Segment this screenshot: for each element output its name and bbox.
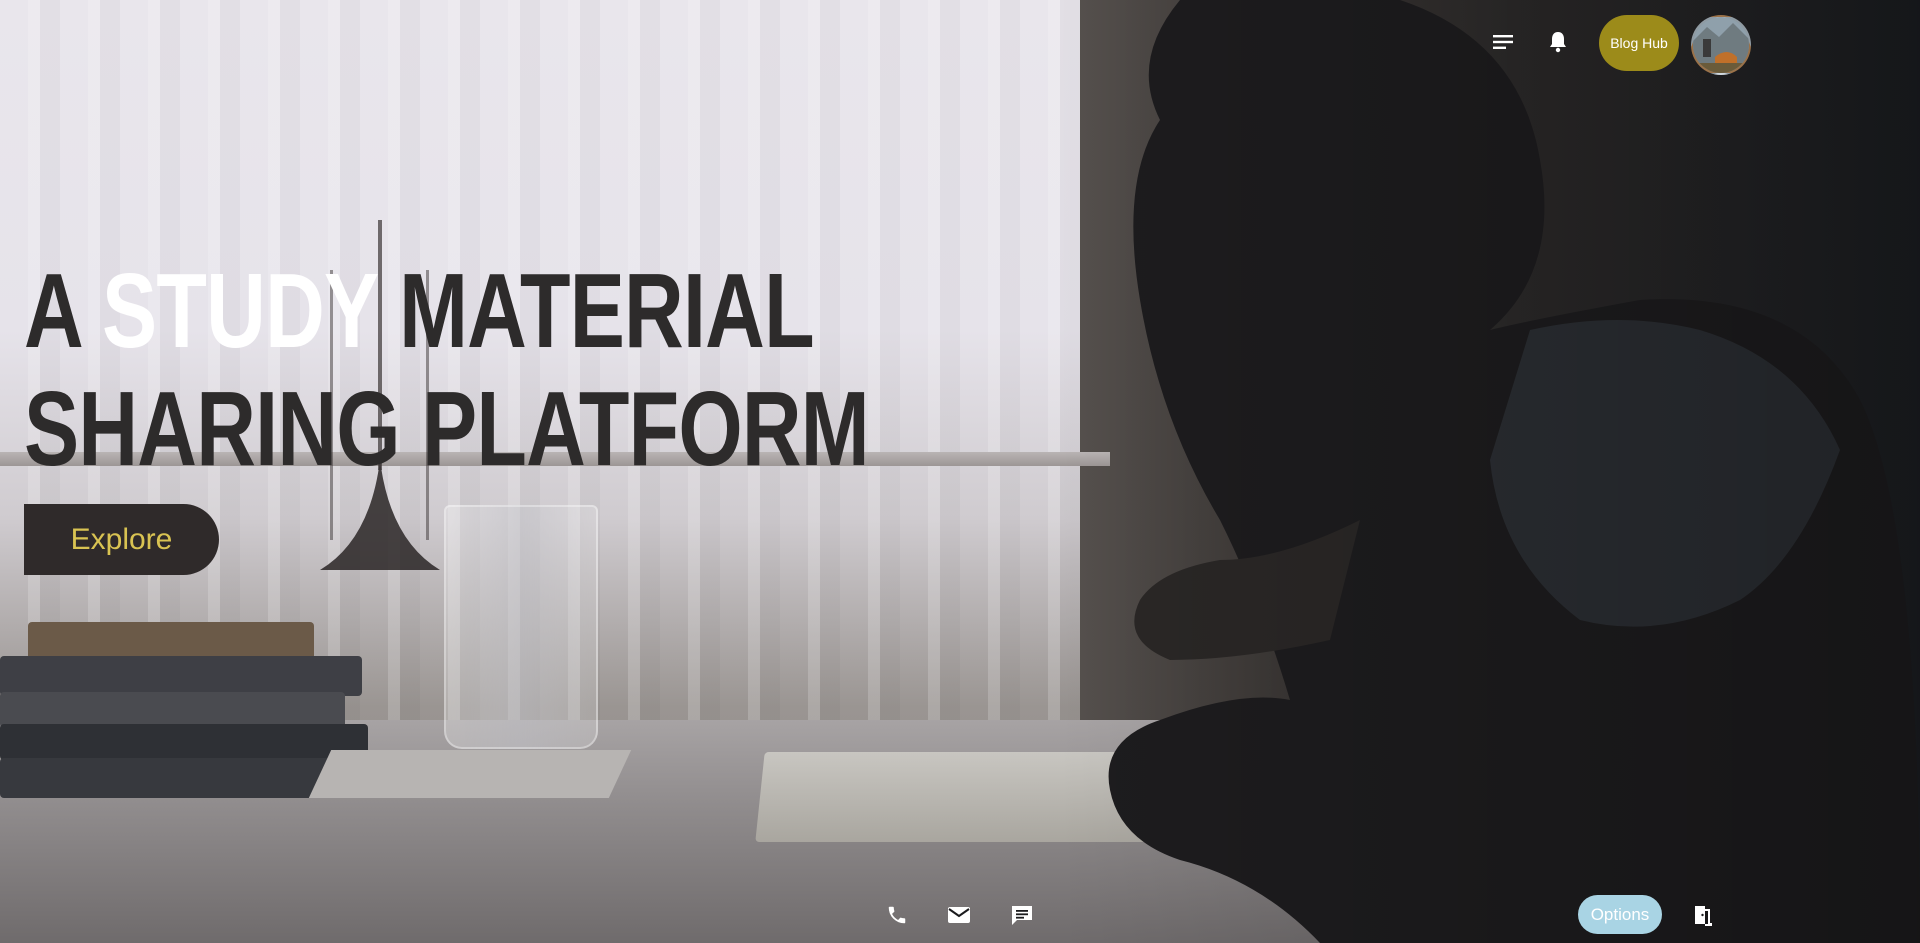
blog-hub-button[interactable]: Blog Hub	[1599, 15, 1679, 71]
title-word-a: A	[24, 252, 81, 370]
menu-icon[interactable]	[1489, 27, 1519, 57]
title-word-material: MATERIAL	[399, 252, 815, 370]
options-button[interactable]: Options	[1578, 895, 1662, 934]
title-line-2: SHARING PLATFORM	[24, 370, 870, 488]
phone-icon[interactable]	[882, 900, 912, 930]
avatar[interactable]	[1691, 15, 1751, 75]
page-title: A STUDY MATERIAL SHARING PLATFORM	[24, 252, 870, 488]
bell-icon[interactable]	[1543, 27, 1573, 57]
exit-door-icon[interactable]	[1688, 900, 1718, 930]
avatar-image	[1693, 17, 1749, 73]
title-accent-study: STUDY	[102, 252, 378, 370]
mail-icon[interactable]	[944, 900, 974, 930]
chat-icon[interactable]	[1007, 900, 1037, 930]
explore-button[interactable]: Explore	[24, 504, 219, 575]
